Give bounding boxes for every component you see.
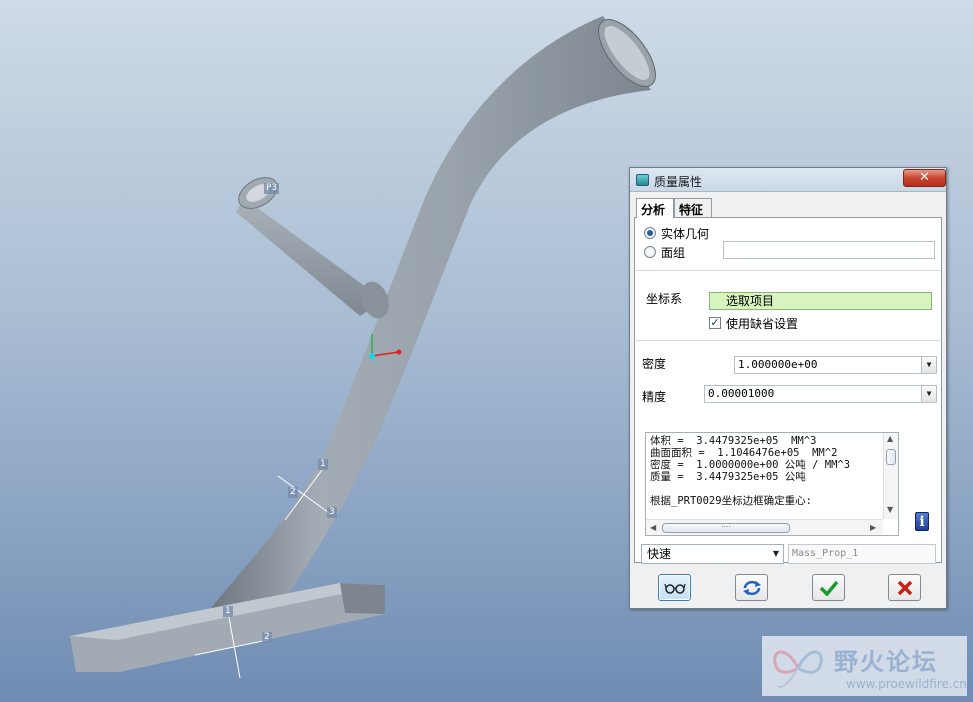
scroll-left-arrow-icon[interactable]: ◀: [650, 523, 656, 532]
csys-x-end: [396, 349, 402, 355]
vertical-scroll-thumb[interactable]: [886, 449, 896, 465]
butterfly-logo-icon: [773, 650, 823, 688]
result-mass: 质量 = 3.4479325e+05 公吨: [650, 471, 806, 483]
close-button[interactable]: ✕: [903, 169, 946, 187]
ok-button[interactable]: [812, 574, 845, 601]
divider: [636, 340, 940, 341]
horizontal-scroll-thumb[interactable]: ····: [662, 523, 790, 533]
result-center-of-gravity: 根据_PRT0029坐标边框确定重心:: [650, 495, 812, 507]
results-vertical-scrollbar[interactable]: ▲ ▼: [883, 433, 898, 519]
mode-value: 快速: [647, 547, 672, 561]
watermark-title: 野火论坛: [834, 648, 938, 676]
watermark-url: www.proewildfire.cn: [846, 677, 967, 691]
density-field[interactable]: 1.000000e+00 ▼: [734, 356, 937, 374]
main-pipe: [205, 16, 651, 615]
mass-properties-dialog: 质量属性 ✕ 分析 特征 实体几何 面组 坐标系 选取项目 ✓ 使用缺省设置 密…: [629, 167, 947, 609]
density-dropdown-button[interactable]: ▼: [921, 357, 936, 373]
glasses-icon: [663, 583, 686, 594]
precision-value: 0.00001000: [708, 387, 775, 400]
scroll-down-arrow-icon[interactable]: ▼: [887, 505, 893, 514]
result-volume: 体积 = 3.4479325e+05 MM^3: [650, 435, 817, 447]
point-label-p3: P3: [264, 183, 280, 194]
dialog-titlebar[interactable]: 质量属性 ✕: [630, 168, 946, 192]
analysis-panel: 实体几何 面组 坐标系 选取项目 ✓ 使用缺省设置 密度 1.000000e+0…: [634, 217, 942, 563]
datum-tag-1: 1: [318, 459, 328, 470]
result-surface-area: 曲面面积 = 1.1046476e+05 MM^2: [650, 447, 838, 459]
datum-tag-2: 2: [288, 487, 298, 498]
datum-tag-3: 3: [327, 507, 337, 518]
watermark: 野火论坛 www.proewildfire.cn: [762, 636, 967, 696]
feature-name-field[interactable]: Mass_Prop_1: [788, 544, 936, 564]
use-default-checkbox[interactable]: ✓: [709, 317, 721, 329]
density-label: 密度: [642, 357, 667, 371]
use-default-label: 使用缺省设置: [726, 317, 799, 331]
app-icon: [636, 174, 649, 186]
checkmark-icon: [819, 580, 838, 597]
divider: [636, 270, 940, 271]
precision-field[interactable]: 0.00001000 ▼: [704, 385, 937, 403]
quilt-input[interactable]: [723, 241, 935, 259]
dialog-title: 质量属性: [654, 175, 703, 189]
preview-button[interactable]: [658, 574, 691, 601]
cancel-button[interactable]: [888, 574, 921, 601]
radio-quilt-label: 面组: [661, 246, 686, 260]
radio-quilt[interactable]: [644, 246, 656, 258]
results-textbox[interactable]: 体积 = 3.4479325e+05 MM^3 曲面面积 = 1.1046476…: [645, 432, 899, 536]
repeat-button[interactable]: [735, 574, 768, 601]
base-plate-side: [340, 583, 385, 614]
base-tag-1: 1: [223, 606, 233, 617]
refresh-icon: [742, 580, 761, 596]
coord-select-field[interactable]: 选取项目: [709, 292, 932, 310]
tab-feature[interactable]: 特征: [674, 198, 712, 217]
csys-origin: [369, 353, 375, 359]
radio-solid-label: 实体几何: [661, 227, 710, 241]
coord-label: 坐标系: [646, 292, 683, 306]
radio-solid-geometry[interactable]: [644, 227, 656, 239]
tab-analysis[interactable]: 分析: [636, 198, 674, 218]
result-density: 密度 = 1.0000000e+00 公吨 / MM^3: [650, 459, 851, 471]
info-icon[interactable]: i: [915, 512, 929, 531]
precision-label: 精度: [642, 390, 667, 404]
scroll-up-arrow-icon[interactable]: ▲: [887, 434, 893, 443]
mode-select[interactable]: 快速 ▼: [641, 544, 784, 564]
base-tag-2: 2: [262, 632, 272, 643]
chevron-down-icon: ▼: [772, 549, 779, 558]
close-icon: [897, 580, 912, 596]
precision-dropdown-button[interactable]: ▼: [921, 386, 936, 402]
results-horizontal-scrollbar[interactable]: ◀ ···· ▶: [646, 519, 883, 535]
scroll-right-arrow-icon[interactable]: ▶: [870, 523, 876, 532]
density-value: 1.000000e+00: [738, 358, 818, 371]
